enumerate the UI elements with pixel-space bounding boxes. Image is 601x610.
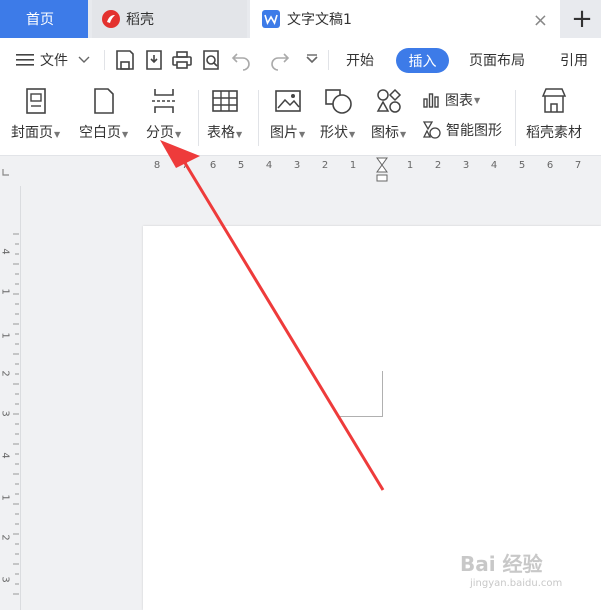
watermark-url: jingyan.baidu.com — [470, 578, 563, 589]
annotation-arrow — [160, 140, 385, 491]
watermark: Bai 经验 — [460, 552, 543, 576]
